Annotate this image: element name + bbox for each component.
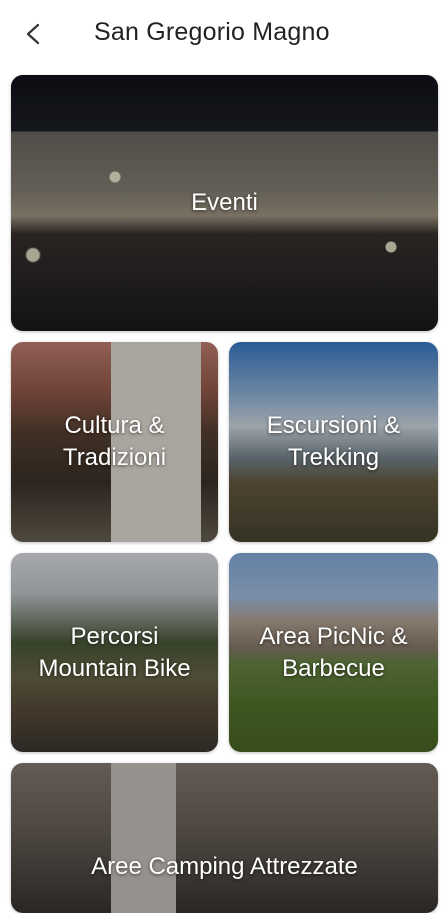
- tile-label: Area PicNic & Barbecue: [259, 622, 408, 682]
- top-app-bar: San Gregorio Magno: [0, 0, 443, 68]
- tile-cultura-tradizioni[interactable]: Cultura & Tradizioni: [11, 342, 218, 542]
- tile-escursioni-trekking[interactable]: Escursioni & Trekking: [229, 342, 438, 542]
- back-arrow-icon: [26, 23, 40, 45]
- tile-label: Cultura & Tradizioni: [62, 412, 167, 471]
- tile-label: Eventi: [191, 189, 258, 216]
- tile-area-picnic-barbecue[interactable]: Area PicNic & Barbecue: [229, 553, 438, 752]
- tile-label: Percorsi Mountain Bike: [38, 622, 191, 682]
- tile-aree-camping-attrezzate[interactable]: Aree Camping Attrezzate: [11, 763, 438, 913]
- tile-label: Aree Camping Attrezzate: [91, 853, 358, 880]
- back-button[interactable]: [14, 14, 54, 54]
- tile-eventi[interactable]: Eventi: [11, 75, 438, 331]
- page-title: San Gregorio Magno: [94, 18, 330, 46]
- tile-label: Escursioni & Trekking: [266, 412, 401, 471]
- tile-percorsi-mountain-bike[interactable]: Percorsi Mountain Bike: [11, 553, 218, 752]
